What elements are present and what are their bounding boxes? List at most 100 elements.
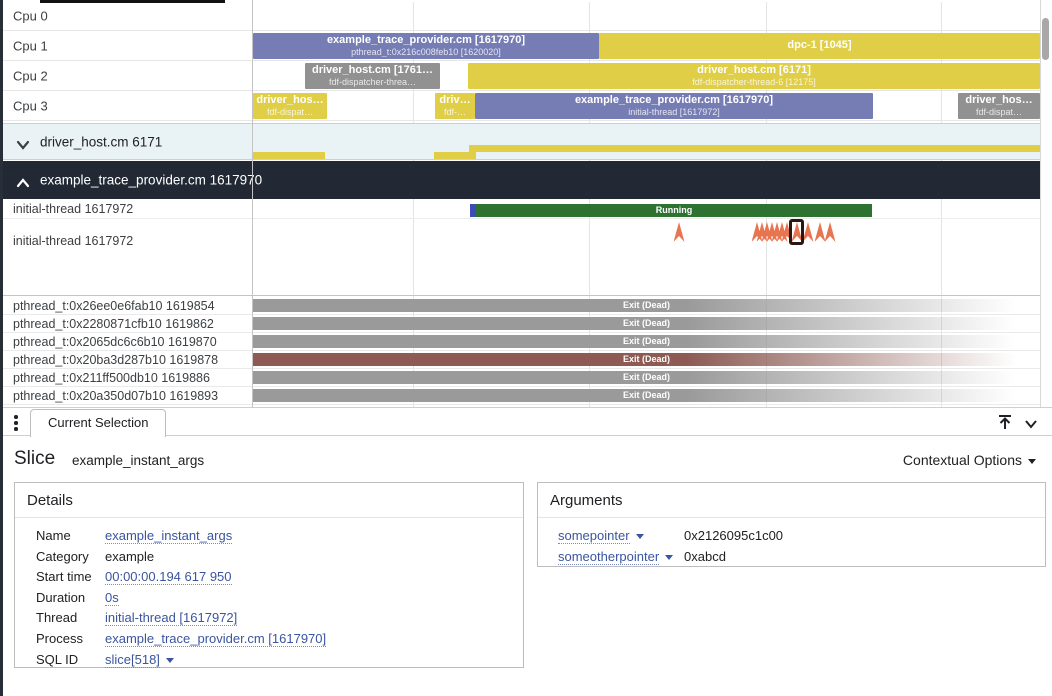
details-row-value: 00:00:00.194 617 950 — [105, 567, 513, 588]
slice-title: driver_host.cm [1761… — [305, 64, 440, 77]
argument-value: 0x2126095c1c00 — [684, 526, 1035, 547]
exit-dead-label: Exit (Dead) — [253, 335, 1040, 348]
cpu-track-label: Cpu 1 — [13, 38, 48, 53]
cpu-track: Cpu 0 — [0, 2, 1040, 31]
cpu-track-label: Cpu 2 — [13, 68, 48, 83]
exit-dead-bar[interactable]: Exit (Dead) — [253, 371, 1040, 384]
pthread-track: pthread_t:0x2065dc6c6b10 1619870 Exit (De… — [0, 333, 1040, 351]
collapse-panel-icon[interactable] — [996, 413, 1016, 433]
tab-bar: Current Selection — [0, 408, 1052, 436]
tab-current-selection[interactable]: Current Selection — [30, 409, 166, 437]
slice-subtitle: fdf-dispatcher-thread-6 [12175] — [468, 77, 1040, 88]
exit-dead-bar[interactable]: Exit (Dead) — [253, 335, 1040, 348]
pthread-track-label: pthread_t:0x26ee0e6fab10 1619854 — [13, 299, 215, 313]
details-row-value: example_instant_args — [105, 526, 513, 547]
timeline-area: Cpu 0 Cpu 1 example_trace_provider.cm [161… — [0, 0, 1052, 407]
selected-marker-highlight[interactable] — [789, 219, 804, 245]
summary-slice-bar[interactable] — [469, 145, 1040, 152]
pthread-track-label: pthread_t:0x211ff500db10 1619886 — [13, 371, 210, 385]
details-card-header: Details — [15, 483, 523, 518]
caret-down-icon — [166, 658, 174, 667]
instant-marker[interactable] — [803, 222, 814, 242]
details-row: Nameexample_instant_args — [36, 526, 513, 547]
contextual-options-dropdown[interactable]: Contextual Options — [903, 452, 1036, 468]
timeline-slice[interactable]: driver_hos…fdf-dispat… — [958, 93, 1040, 119]
pthread-track-label: pthread_t:0x20a350d07b10 1619893 — [13, 389, 218, 403]
track-group-driver-host[interactable]: driver_host.cm 6171 — [0, 123, 1040, 160]
details-row-label: SQL ID — [36, 650, 105, 671]
instant-marker[interactable] — [674, 222, 685, 242]
timeline-slice[interactable]: driver_host.cm [1761…fdf-dispatcher-thre… — [305, 63, 440, 89]
slice-subtitle: pthread_t:0x216c008feb10 [1620020] — [253, 47, 599, 58]
summary-slice-bar[interactable] — [434, 152, 476, 159]
pthread-track-label: pthread_t:0x2280871cfb10 1619862 — [13, 317, 214, 331]
track-group-example-trace-provider[interactable]: example_trace_provider.cm 1617970 — [0, 161, 1040, 199]
instant-marker[interactable] — [825, 222, 836, 242]
argument-row: someotherpointer 0xabcd — [558, 547, 1035, 568]
details-row: Threadinitial-thread [1617972] — [36, 608, 513, 629]
details-value-link[interactable]: example_instant_args — [105, 528, 232, 544]
left-edge-strip — [0, 0, 3, 696]
argument-value: 0xabcd — [684, 547, 1035, 568]
details-value-link[interactable]: initial-thread [1617972] — [105, 610, 237, 626]
exit-dead-bar[interactable]: Exit (Dead) — [253, 299, 1040, 312]
details-value-link[interactable]: slice[518] — [105, 652, 160, 668]
argument-name: somepointer — [558, 526, 684, 547]
exit-dead-label: Exit (Dead) — [253, 299, 1040, 312]
timeline-slice[interactable]: driver_hos…fdf-dispat… — [253, 93, 327, 119]
cpu-track: Cpu 3 driver_hos…fdf-dispat… driv…fdf-…exa… — [0, 91, 1040, 121]
details-row: Start time00:00:00.194 617 950 — [36, 567, 513, 588]
overview-bar-fragment — [40, 0, 225, 3]
exit-dead-label: Exit (Dead) — [253, 353, 1040, 366]
details-value-link[interactable]: 0s — [105, 590, 119, 606]
pthread-track: pthread_t:0x20a350d07b10 1619893 Exit (De… — [0, 387, 1040, 405]
slice-title: example_trace_provider.cm [1617970] — [253, 34, 599, 47]
timeline-slice[interactable]: driv…fdf-… — [435, 93, 475, 119]
pthread-track: pthread_t:0x20ba3d287b10 1619878 Exit (De… — [0, 351, 1040, 369]
pthread-track: pthread_t:0x2280871cfb10 1619862 Exit (De… — [0, 315, 1040, 333]
chevron-down-icon[interactable] — [1024, 416, 1044, 436]
selection-title-row: Slice example_instant_args Contextual Op… — [0, 436, 1052, 482]
details-row-value: 0s — [105, 588, 513, 609]
details-value-text: example — [105, 549, 154, 564]
details-value-link[interactable]: example_trace_provider.cm [1617970] — [105, 631, 326, 647]
exit-dead-bar[interactable]: Exit (Dead) — [253, 353, 1040, 366]
slice-subtitle: fdf-dispat… — [253, 107, 327, 118]
argument-rows: somepointer0x2126095c1c00someotherpointe… — [538, 518, 1045, 575]
timeline-slice[interactable]: example_trace_provider.cm [1617970]pthre… — [253, 33, 599, 59]
timeline-slice[interactable]: dpc-1 [1045] — [599, 33, 1040, 59]
pthread-track: pthread_t:0x26ee0e6fab10 1619854 Exit (De… — [0, 297, 1040, 315]
tab-menu-kebab-icon[interactable] — [14, 415, 18, 431]
timeline-slice[interactable]: driver_host.cm [6171]fdf-dispatcher-thre… — [468, 63, 1040, 89]
summary-slice-bar[interactable] — [252, 152, 325, 159]
running-slice[interactable]: Running — [476, 204, 872, 217]
timeline-slice[interactable]: example_trace_provider.cm [1617970]initi… — [475, 93, 873, 119]
slice-subtitle: initial-thread [1617972] — [475, 107, 873, 118]
instant-marker[interactable] — [815, 222, 826, 242]
pthread-track-label: pthread_t:0x20ba3d287b10 1619878 — [13, 353, 218, 367]
slice-title: driver_host.cm [6171] — [468, 64, 1040, 77]
exit-dead-bar[interactable]: Exit (Dead) — [253, 317, 1040, 330]
details-row-label: Duration — [36, 588, 105, 609]
details-row-label: Process — [36, 629, 105, 650]
argument-name-link[interactable]: someotherpointer — [558, 549, 659, 565]
slice-title: driv… — [435, 94, 475, 107]
details-card: Details Nameexample_instant_argsCategory… — [14, 482, 524, 668]
caret-down-icon — [1028, 459, 1036, 468]
argument-name-link[interactable]: somepointer — [558, 528, 630, 544]
details-value-link[interactable]: 00:00:00.194 617 950 — [105, 569, 232, 585]
argument-row: somepointer 0x2126095c1c00 — [558, 526, 1035, 547]
slice-title: dpc-1 [1045] — [599, 39, 1040, 52]
details-panel: Current Selection Slice example_instant_… — [0, 407, 1052, 696]
details-row-value: example_trace_provider.cm [1617970] — [105, 629, 513, 650]
arguments-card-header: Arguments — [538, 483, 1045, 518]
cpu-track-label: Cpu 3 — [13, 98, 48, 113]
track-group-label: driver_host.cm 6171 — [40, 134, 162, 149]
vertical-scrollbar-thumb[interactable] — [1042, 18, 1049, 60]
exit-dead-bar[interactable]: Exit (Dead) — [253, 389, 1040, 402]
details-row: Categoryexample — [36, 547, 513, 568]
details-row-label: Name — [36, 526, 105, 547]
pthread-track-label: pthread_t:0x2065dc6c6b10 1619870 — [13, 335, 217, 349]
slice-subtitle: fdf-dispatcher-threa… — [305, 77, 440, 88]
slice-subtitle: fdf-… — [435, 107, 475, 118]
